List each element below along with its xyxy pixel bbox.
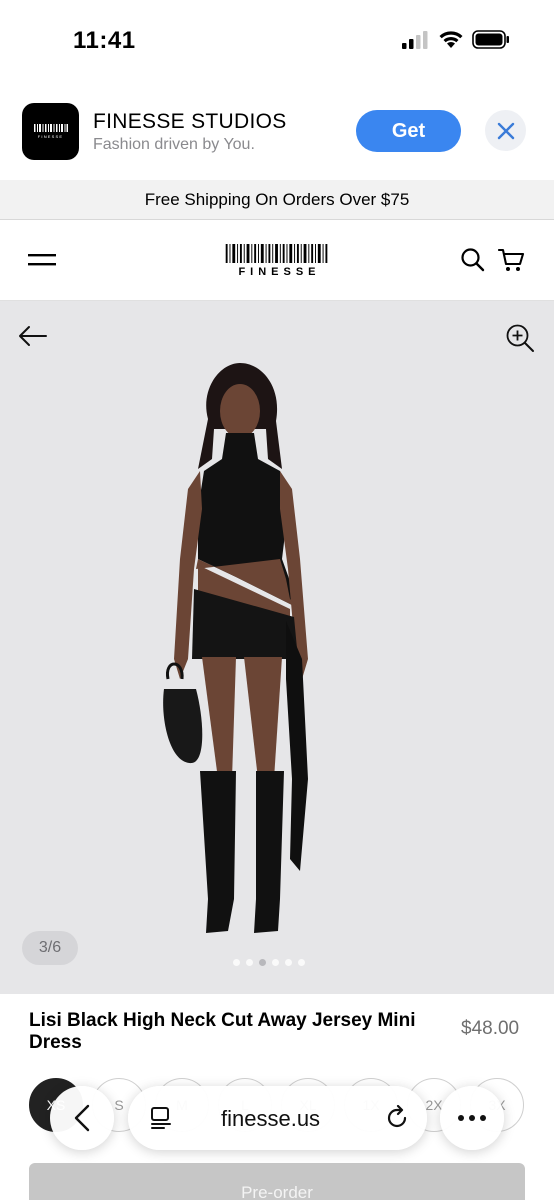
app-tagline: Fashion driven by You.	[93, 136, 255, 153]
close-banner-button[interactable]	[485, 110, 526, 151]
reload-icon[interactable]	[384, 1105, 410, 1131]
product-model-image	[163, 363, 308, 933]
product-price: $48.00	[461, 1018, 520, 1039]
wifi-icon	[439, 31, 463, 48]
back-arrow-icon[interactable]	[18, 325, 48, 347]
pagination-dot[interactable]	[298, 959, 305, 966]
browser-back-button[interactable]	[50, 1086, 114, 1150]
status-time: 11:41	[73, 27, 136, 54]
browser-address-bar[interactable]: finesse.us	[128, 1086, 427, 1150]
pagination-dot[interactable]	[285, 959, 292, 966]
site-logo[interactable]: FINESSE	[222, 244, 332, 278]
pagination-dots[interactable]	[233, 959, 305, 966]
pagination-dot[interactable]	[272, 959, 279, 966]
product-image-gallery[interactable]: 3/6	[0, 301, 554, 994]
more-dots-icon	[458, 1115, 486, 1121]
pagination-dot[interactable]	[233, 959, 240, 966]
tabs-icon[interactable]	[149, 1106, 173, 1130]
browser-more-button[interactable]	[440, 1086, 504, 1150]
smart-app-banner: FINESSE FINESSE STUDIOS Fashion driven b…	[0, 84, 554, 180]
app-icon[interactable]: FINESSE	[22, 103, 79, 160]
pagination-dot-active[interactable]	[259, 959, 266, 966]
barcode-logo-icon	[225, 244, 328, 263]
zoom-in-icon[interactable]	[505, 323, 535, 353]
status-bar: 11:41	[0, 0, 554, 84]
shipping-announcement: Free Shipping On Orders Over $75	[0, 180, 554, 220]
app-name: FINESSE STUDIOS	[93, 110, 287, 133]
barcode-logo-icon	[33, 124, 68, 132]
pagination-dot[interactable]	[246, 959, 253, 966]
get-app-button[interactable]: Get	[356, 110, 461, 152]
image-counter: 3/6	[22, 931, 78, 965]
app-icon-text: FINESSE	[37, 134, 64, 139]
logo-text: FINESSE	[238, 266, 321, 278]
cart-icon[interactable]	[498, 247, 526, 273]
status-icons	[402, 30, 510, 49]
close-icon	[497, 122, 514, 139]
search-icon[interactable]	[460, 247, 486, 273]
battery-icon	[472, 30, 509, 49]
hamburger-menu-icon[interactable]	[28, 250, 56, 270]
product-title: Lisi Black High Neck Cut Away Jersey Min…	[29, 1010, 416, 1053]
chevron-left-icon	[74, 1104, 90, 1132]
preorder-button[interactable]: Pre-order	[29, 1163, 525, 1200]
url-text[interactable]: finesse.us	[221, 1106, 320, 1132]
cellular-signal-icon	[402, 30, 428, 49]
